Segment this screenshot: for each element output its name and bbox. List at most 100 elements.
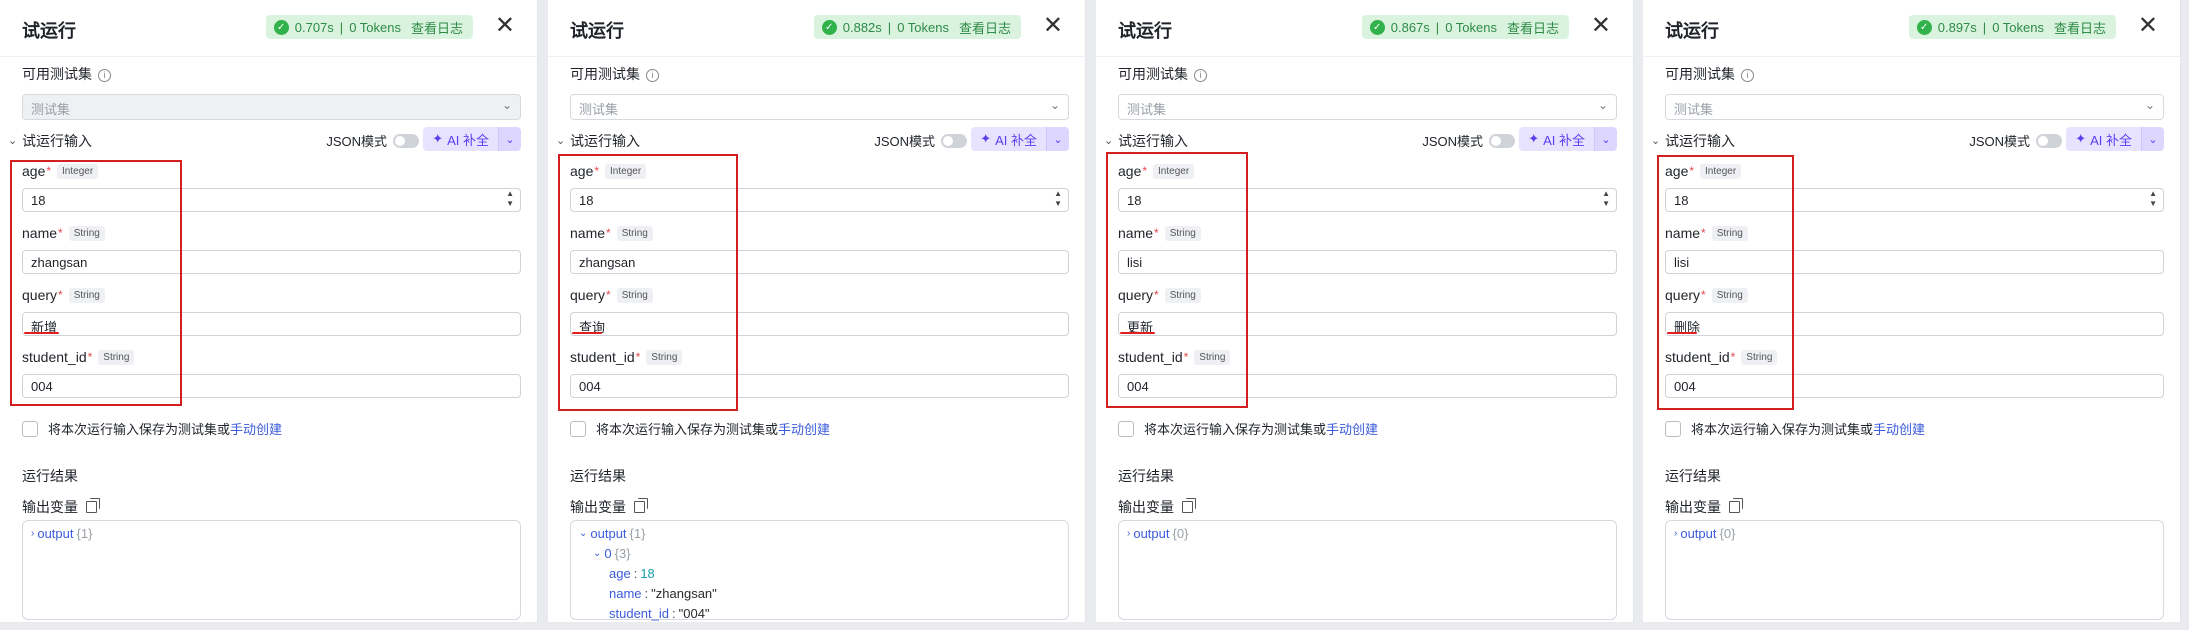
info-icon[interactable]: i xyxy=(646,69,659,82)
check-circle-icon: ✓ xyxy=(821,19,837,35)
ai-fill-dropdown-icon[interactable]: ⌄ xyxy=(498,127,521,151)
stepper-icon[interactable]: ▲ ▼ xyxy=(2149,189,2157,209)
run-status-badge: ✓ 0.882s | 0 Tokens 查看日志 xyxy=(813,15,1021,39)
run-input-title: 试运行输入 xyxy=(1665,133,1735,149)
ai-fill-button[interactable]: ✦ AI 补全 xyxy=(1519,127,1594,151)
save-checkbox[interactable] xyxy=(22,420,38,437)
tree-key: age xyxy=(609,566,631,581)
tree-row-output[interactable]: › output {1} xyxy=(31,526,92,541)
ai-fill-dropdown-icon[interactable]: ⌄ xyxy=(2141,127,2164,151)
run-result-title: 运行结果 xyxy=(22,468,78,484)
json-mode-control: JSON模式 xyxy=(1422,131,1515,150)
token-count: 0 Tokens xyxy=(897,19,949,35)
tree-value: "zhangsan" xyxy=(651,586,717,601)
output-tree: › output {1} xyxy=(22,520,521,620)
view-log-link[interactable]: 查看日志 xyxy=(959,18,1011,37)
json-mode-toggle[interactable] xyxy=(941,133,967,148)
save-test-set-option: 将本次运行输入保存为测试集或 手动创建 xyxy=(22,419,282,438)
tree-value: "004" xyxy=(678,606,710,621)
run-time: 0.867s xyxy=(1390,19,1430,35)
test-set-label: 可用测试集 i xyxy=(1665,64,1754,84)
panel-header: 试运行 ✓ 0.867s | 0 Tokens 查看日志 ✕ xyxy=(1118,0,1617,56)
collapse-chevron-icon[interactable]: ⌄ xyxy=(556,134,565,147)
save-checkbox[interactable] xyxy=(570,420,586,437)
tree-key: output xyxy=(37,526,74,541)
panel-title: 试运行 xyxy=(1665,21,1719,41)
collapse-chevron-icon[interactable]: ⌄ xyxy=(1104,134,1113,147)
highlight-box xyxy=(1106,152,1248,408)
save-checkbox[interactable] xyxy=(1665,420,1681,437)
token-count: 0 Tokens xyxy=(1992,19,2044,35)
tree-count: {1} xyxy=(629,526,646,541)
info-icon[interactable]: i xyxy=(98,69,111,82)
header-divider xyxy=(1096,56,1633,57)
highlight-box xyxy=(10,160,182,406)
manual-create-link[interactable]: 手动创建 xyxy=(778,419,830,438)
tree-arrow-icon[interactable]: › xyxy=(1674,528,1677,539)
tree-row-output[interactable]: › output {0} xyxy=(1127,526,1188,541)
tree-arrow-icon[interactable]: ⌄ xyxy=(579,528,587,539)
run-result-title: 运行结果 xyxy=(570,468,626,484)
highlight-box xyxy=(1657,155,1794,410)
header-divider xyxy=(1643,56,2180,57)
copy-icon[interactable] xyxy=(1182,498,1196,513)
manual-create-link[interactable]: 手动创建 xyxy=(1873,419,1925,438)
collapse-chevron-icon[interactable]: ⌄ xyxy=(8,134,17,147)
ai-fill-dropdown-icon[interactable]: ⌄ xyxy=(1594,127,1617,151)
info-icon[interactable]: i xyxy=(1741,69,1754,82)
ai-fill-button[interactable]: ✦ AI 补全 xyxy=(423,127,498,151)
tree-key: student_id xyxy=(609,606,669,621)
view-log-link[interactable]: 查看日志 xyxy=(411,18,463,37)
ai-fill-button[interactable]: ✦ AI 补全 xyxy=(971,127,1046,151)
token-count: 0 Tokens xyxy=(1445,19,1497,35)
close-icon[interactable]: ✕ xyxy=(1043,12,1063,40)
stepper-icon[interactable]: ▲ ▼ xyxy=(506,189,514,209)
check-circle-icon: ✓ xyxy=(1916,19,1932,35)
json-mode-label: JSON模式 xyxy=(1969,134,2030,149)
tree-arrow-icon[interactable]: ⌄ xyxy=(593,548,601,559)
stepper-icon[interactable]: ▲ ▼ xyxy=(1054,189,1062,209)
view-log-link[interactable]: 查看日志 xyxy=(2054,18,2106,37)
panel-header: 试运行 ✓ 0.897s | 0 Tokens 查看日志 ✕ xyxy=(1665,0,2164,56)
sparkle-icon: ✦ xyxy=(1528,131,1540,146)
ai-fill-dropdown-icon[interactable]: ⌄ xyxy=(1046,127,1069,151)
tree-arrow-icon[interactable]: › xyxy=(31,528,34,539)
test-set-label: 可用测试集 i xyxy=(22,64,111,84)
close-icon[interactable]: ✕ xyxy=(495,12,515,40)
run-status-badge: ✓ 0.707s | 0 Tokens 查看日志 xyxy=(265,15,473,39)
manual-create-link[interactable]: 手动创建 xyxy=(230,419,282,438)
output-variables-title: 输出变量 xyxy=(570,497,648,517)
stepper-icon[interactable]: ▲ ▼ xyxy=(1602,189,1610,209)
copy-icon[interactable] xyxy=(634,498,648,513)
run-input-title: 试运行输入 xyxy=(570,133,640,149)
run-result-title: 运行结果 xyxy=(1118,468,1174,484)
test-set-select[interactable]: 测试集 ⌄ xyxy=(22,94,521,120)
ai-fill-button[interactable]: ✦ AI 补全 xyxy=(2066,127,2141,151)
manual-create-link[interactable]: 手动创建 xyxy=(1326,419,1378,438)
copy-icon[interactable] xyxy=(1729,498,1743,513)
tree-separator: : xyxy=(672,606,676,621)
tree-row-item[interactable]: ⌄ 0 {3} xyxy=(593,546,631,561)
test-set-select[interactable]: 测试集 ⌄ xyxy=(1118,94,1617,120)
info-icon[interactable]: i xyxy=(1194,69,1207,82)
json-mode-toggle[interactable] xyxy=(2036,133,2062,148)
test-run-panel-1: 试运行 ✓ 0.707s | 0 Tokens 查看日志 ✕ 可用测试集 i 测试… xyxy=(0,0,538,622)
test-set-select[interactable]: 测试集 ⌄ xyxy=(1665,94,2164,120)
tree-row-output[interactable]: ⌄ output {1} xyxy=(579,526,645,541)
copy-icon[interactable] xyxy=(86,498,100,513)
test-set-select[interactable]: 测试集 ⌄ xyxy=(570,94,1069,120)
json-mode-toggle[interactable] xyxy=(1489,133,1515,148)
json-mode-toggle[interactable] xyxy=(393,133,419,148)
save-checkbox[interactable] xyxy=(1118,420,1134,437)
collapse-chevron-icon[interactable]: ⌄ xyxy=(1651,134,1660,147)
tree-row-output[interactable]: › output {0} xyxy=(1674,526,1735,541)
tree-row-prop: age:18 xyxy=(609,566,655,581)
json-mode-control: JSON模式 xyxy=(326,131,419,150)
ai-fill-button-group: ✦ AI 补全 ⌄ xyxy=(1519,127,1617,151)
tree-arrow-icon[interactable]: › xyxy=(1127,528,1130,539)
highlight-box xyxy=(558,154,738,411)
close-icon[interactable]: ✕ xyxy=(2138,12,2158,40)
view-log-link[interactable]: 查看日志 xyxy=(1507,18,1559,37)
run-input-title: 试运行输入 xyxy=(22,133,92,149)
close-icon[interactable]: ✕ xyxy=(1591,12,1611,40)
